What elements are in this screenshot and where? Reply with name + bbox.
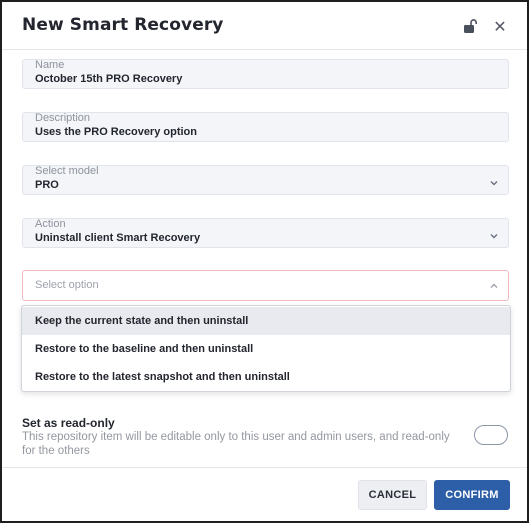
- action-value: Uninstall client Smart Recovery: [35, 232, 201, 244]
- model-label: Select model: [35, 165, 99, 177]
- description-value: Uses the PRO Recovery option: [35, 126, 197, 138]
- name-field[interactable]: Name October 15th PRO Recovery: [22, 59, 509, 89]
- action-label: Action: [35, 218, 66, 230]
- option-select[interactable]: Select option: [22, 270, 509, 301]
- confirm-button[interactable]: CONFIRM: [434, 480, 510, 510]
- option-restore-baseline[interactable]: Restore to the baseline and then uninsta…: [22, 335, 510, 363]
- option-select-placeholder: Select option: [35, 279, 99, 291]
- name-label: Name: [35, 59, 65, 71]
- unlocked-padlock-icon[interactable]: [461, 17, 479, 35]
- chevron-down-icon: [490, 234, 498, 239]
- option-keep-current-state[interactable]: Keep the current state and then uninstal…: [22, 307, 510, 335]
- dialog-header: New Smart Recovery ✕: [2, 2, 527, 50]
- name-value: October 15th PRO Recovery: [35, 73, 183, 85]
- chevron-down-icon: [490, 181, 498, 186]
- dialog-title: New Smart Recovery: [22, 15, 224, 35]
- new-smart-recovery-dialog: New Smart Recovery ✕ Name October 15th P…: [0, 0, 529, 523]
- description-label: Description: [35, 112, 91, 124]
- description-field[interactable]: Description Uses the PRO Recovery option: [22, 112, 509, 142]
- option-restore-latest-snapshot[interactable]: Restore to the latest snapshot and then …: [22, 363, 510, 391]
- footer-divider: [2, 467, 527, 468]
- close-icon[interactable]: ✕: [491, 17, 509, 36]
- chevron-up-icon: [490, 283, 498, 288]
- cancel-button[interactable]: CANCEL: [358, 480, 427, 510]
- read-only-description: This repository item will be editable on…: [22, 431, 450, 457]
- header-divider: [2, 49, 527, 50]
- read-only-toggle[interactable]: [474, 425, 508, 445]
- model-value: PRO: [35, 179, 59, 191]
- action-select[interactable]: Action Uninstall client Smart Recovery: [22, 218, 509, 248]
- read-only-title: Set as read-only: [22, 416, 115, 430]
- option-dropdown-menu: Keep the current state and then uninstal…: [21, 305, 511, 392]
- model-select[interactable]: Select model PRO: [22, 165, 509, 195]
